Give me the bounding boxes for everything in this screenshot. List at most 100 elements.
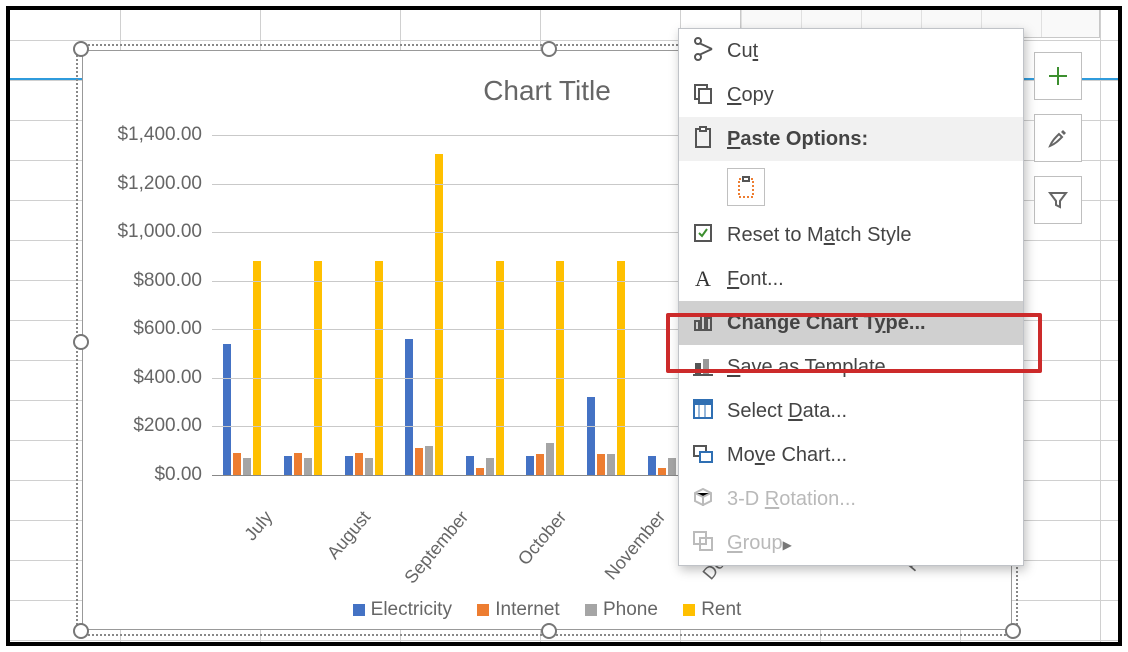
bar-cluster[interactable]: [394, 135, 455, 475]
chart-elements-button[interactable]: [1034, 52, 1082, 100]
chart-type-icon: [691, 309, 715, 333]
menu-label: Reset to Match Style: [727, 224, 1023, 247]
menu-cut[interactable]: Cut: [679, 29, 1023, 73]
bar-electricity[interactable]: [466, 456, 474, 475]
chart-filters-button[interactable]: [1034, 176, 1082, 224]
clipboard-paste-icon: [734, 175, 758, 199]
menu-save-as-template[interactable]: Save as Template...: [679, 345, 1023, 389]
menu-label: Font...: [727, 268, 1023, 291]
legend-label: Internet: [495, 599, 559, 620]
menu-paste-options-header: Paste Options:: [679, 117, 1023, 161]
menu-label: Group▶: [727, 532, 1023, 555]
select-data-icon: [691, 397, 715, 421]
resize-handle-n[interactable]: [541, 41, 557, 57]
menu-label: Copy: [727, 84, 1023, 107]
bar-cluster[interactable]: [333, 135, 394, 475]
bar-phone[interactable]: [365, 458, 373, 475]
bar-phone[interactable]: [607, 454, 615, 475]
bar-rent[interactable]: [375, 261, 383, 475]
menu-label: Change Chart Type...: [727, 312, 1023, 335]
bar-electricity[interactable]: [284, 456, 292, 475]
bar-electricity[interactable]: [526, 456, 534, 475]
menu-3d-rotation: 3-D Rotation...: [679, 477, 1023, 521]
resize-handle-nw[interactable]: [73, 41, 89, 57]
plot-area[interactable]: $0.00$200.00$400.00$600.00$800.00$1,000.…: [97, 125, 697, 490]
x-axis-line: [212, 475, 697, 476]
bar-cluster[interactable]: [273, 135, 334, 475]
menu-label: 3-D Rotation...: [727, 488, 1023, 511]
move-chart-icon: [691, 441, 715, 465]
bar-rent[interactable]: [253, 261, 261, 475]
menu-group: Group▶: [679, 521, 1023, 565]
gridline: [212, 378, 697, 379]
bar-phone[interactable]: [668, 458, 676, 475]
bar-cluster[interactable]: [576, 135, 637, 475]
y-axis-tick-label: $800.00: [97, 270, 202, 292]
chart-legend[interactable]: Electricity Internet Phone Rent: [97, 599, 997, 621]
menu-change-chart-type[interactable]: Change Chart Type...: [679, 301, 1023, 345]
bar-rent[interactable]: [617, 261, 625, 475]
bar-internet[interactable]: [476, 468, 484, 475]
bar-electricity[interactable]: [405, 339, 413, 475]
bar-phone[interactable]: [304, 458, 312, 475]
menu-reset-to-match-style[interactable]: Reset to Match Style: [679, 213, 1023, 257]
bar-cluster[interactable]: [212, 135, 273, 475]
bar-internet[interactable]: [294, 453, 302, 475]
menu-copy[interactable]: Copy: [679, 73, 1023, 117]
bar-internet[interactable]: [658, 468, 666, 475]
legend-item-electricity[interactable]: Electricity: [353, 599, 452, 621]
chart-styles-button[interactable]: [1034, 114, 1082, 162]
legend-label: Phone: [603, 599, 658, 620]
bar-phone[interactable]: [546, 443, 554, 475]
menu-select-data[interactable]: Select Data...: [679, 389, 1023, 433]
bar-phone[interactable]: [243, 458, 251, 475]
legend-item-rent[interactable]: Rent: [683, 599, 741, 621]
menu-font[interactable]: A Font...: [679, 257, 1023, 301]
plus-icon: [1046, 64, 1070, 88]
resize-handle-s[interactable]: [541, 623, 557, 639]
bar-internet[interactable]: [233, 453, 241, 475]
bar-electricity[interactable]: [345, 456, 353, 475]
y-axis-tick-label: $1,000.00: [97, 221, 202, 243]
bar-electricity[interactable]: [648, 456, 656, 475]
bar-internet[interactable]: [536, 454, 544, 475]
legend-swatch-phone: [585, 604, 597, 616]
y-axis-tick-label: $1,400.00: [97, 124, 202, 146]
menu-move-chart[interactable]: Move Chart...: [679, 433, 1023, 477]
menu-label: Save as Template...: [727, 356, 1023, 379]
bar-phone[interactable]: [486, 458, 494, 475]
bar-electricity[interactable]: [587, 397, 595, 475]
gridline: [212, 232, 697, 233]
legend-item-internet[interactable]: Internet: [477, 599, 559, 621]
bar-rent[interactable]: [314, 261, 322, 475]
bar-rent[interactable]: [556, 261, 564, 475]
bar-internet[interactable]: [355, 453, 363, 475]
bar-cluster[interactable]: [455, 135, 516, 475]
bar-rent[interactable]: [496, 261, 504, 475]
y-axis-tick-label: $400.00: [97, 367, 202, 389]
bar-phone[interactable]: [425, 446, 433, 475]
resize-handle-se[interactable]: [1005, 623, 1021, 639]
menu-label: Paste Options:: [727, 128, 1023, 151]
legend-label: Electricity: [371, 599, 452, 620]
paste-options-row: [679, 161, 1023, 213]
resize-handle-sw[interactable]: [73, 623, 89, 639]
bar-internet[interactable]: [597, 454, 605, 475]
bar-electricity[interactable]: [223, 344, 231, 475]
y-axis-tick-label: $600.00: [97, 318, 202, 340]
gridline: [212, 135, 697, 136]
resize-handle-w[interactable]: [73, 334, 89, 350]
clipboard-icon: [691, 125, 715, 149]
bar-internet[interactable]: [415, 448, 423, 475]
save-template-icon: [691, 353, 715, 377]
menu-label: Cut: [727, 40, 1023, 63]
copy-icon: [691, 81, 715, 105]
gridline: [212, 329, 697, 330]
legend-swatch-internet: [477, 604, 489, 616]
legend-item-phone[interactable]: Phone: [585, 599, 658, 621]
paste-option-default[interactable]: [727, 168, 765, 206]
brush-icon: [1046, 126, 1070, 150]
cube-3d-icon: [691, 485, 715, 509]
bar-cluster[interactable]: [515, 135, 576, 475]
y-axis-tick-label: $0.00: [97, 464, 202, 486]
